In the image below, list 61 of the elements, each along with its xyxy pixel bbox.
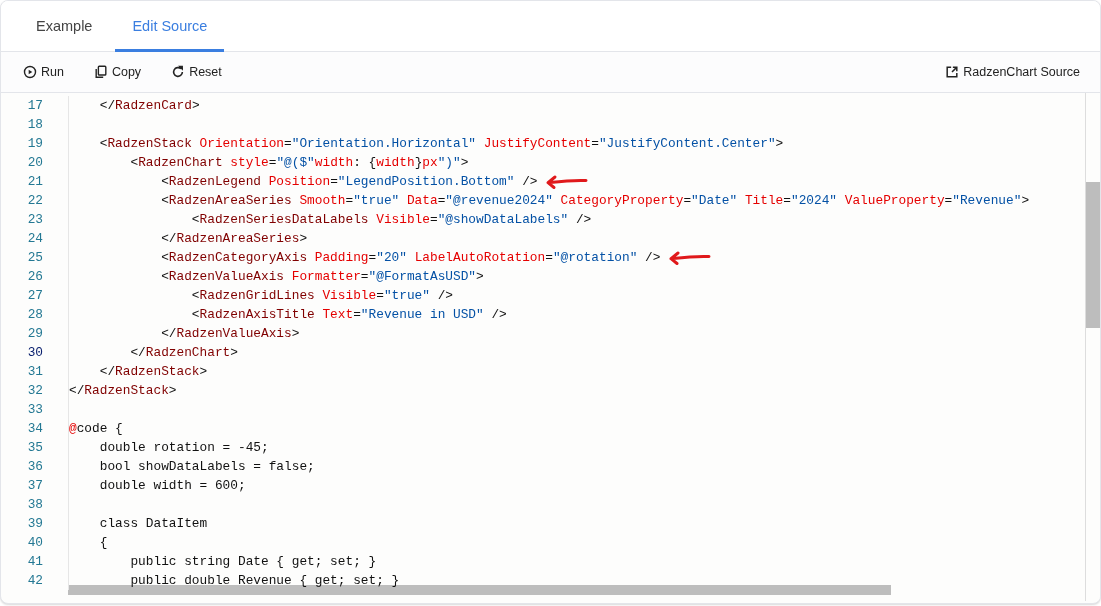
scrollbar-thumb[interactable] <box>1086 182 1100 328</box>
code-line: public string Date { get; set; } <box>129 553 377 571</box>
code-line: <RadzenSeriesDataLabels Visible="@showDataLabels" /> <box>190 211 592 229</box>
code-line: <RadzenChart style="@($"width: {width}px")"> <box>129 154 469 172</box>
line-number: 23 <box>26 211 43 229</box>
external-link-icon <box>945 65 960 79</box>
toolbar-button[interactable]: Run <box>15 61 72 83</box>
code-line: </RadzenCard> <box>98 97 200 115</box>
code-line: public double Revenue { get; set; } <box>129 572 400 590</box>
code-line: </RadzenStack> <box>69 382 177 400</box>
code-line: </RadzenStack> <box>98 363 208 381</box>
play-circle-icon <box>23 65 37 79</box>
code-line: </RadzenAreaSeries> <box>160 230 308 248</box>
line-number: 33 <box>26 401 43 419</box>
line-number: 31 <box>26 363 43 381</box>
code-line: </RadzenChart> <box>129 344 238 362</box>
line-number: 28 <box>26 306 43 324</box>
line-number: 39 <box>26 515 43 533</box>
code-line: </RadzenValueAxis> <box>160 325 300 343</box>
code-line: <RadzenCategoryAxis Padding="20" LabelAutoRotation="@rotation" /> <box>160 249 661 267</box>
line-number: 24 <box>26 230 43 248</box>
line-number: 20 <box>26 154 43 172</box>
line-number: 30 <box>26 344 43 362</box>
line-number: 36 <box>26 458 43 476</box>
code-line: class DataItem <box>98 515 208 533</box>
line-number: 35 <box>26 439 43 457</box>
line-number: 29 <box>26 325 43 343</box>
tab[interactable]: Example <box>19 1 110 52</box>
line-number: 21 <box>26 173 43 191</box>
code-line: <RadzenStack Orientation="Orientation.Horizontal" JustifyContent="JustifyContent.Center"> <box>98 135 784 153</box>
code-line: double rotation = -45; <box>98 439 269 457</box>
line-number: 32 <box>26 382 43 400</box>
line-number: 34 <box>26 420 43 438</box>
line-number: 38 <box>26 496 43 514</box>
line-number: 41 <box>26 553 43 571</box>
line-number: 37 <box>26 477 43 495</box>
toolbar-button[interactable]: Copy <box>85 61 150 83</box>
line-number: 40 <box>26 534 43 552</box>
code-line: @code { <box>69 420 123 438</box>
code-line: <RadzenAxisTitle Text="Revenue in USD" /> <box>190 306 507 324</box>
horizontal-scrollbar-thumb[interactable] <box>68 585 891 595</box>
toolbar-button[interactable]: RadzenChart Source <box>937 61 1088 83</box>
line-number: 18 <box>26 116 43 134</box>
refresh-icon <box>171 65 186 79</box>
line-number: 19 <box>26 135 43 153</box>
line-number: 27 <box>26 287 43 305</box>
line-number: 17 <box>26 97 43 115</box>
vertical-scrollbar[interactable] <box>1085 93 1100 601</box>
code-line: <RadzenLegend Position="LegendPosition.Bottom" /> <box>160 173 538 191</box>
line-number: 22 <box>26 192 43 210</box>
code-line: { <box>98 534 108 552</box>
toolbar-button[interactable]: Reset <box>163 61 230 83</box>
line-number: 26 <box>26 268 43 286</box>
code-line: double width = 600; <box>98 477 246 495</box>
code-line: bool showDataLabels = false; <box>98 458 315 476</box>
code-line: <RadzenGridLines Visible="true" /> <box>190 287 453 305</box>
code-line: <RadzenValueAxis Formatter="@FormatAsUSD"> <box>160 268 484 286</box>
line-number: 42 <box>26 572 43 590</box>
code-line: <RadzenAreaSeries Smooth="true" Data="@revenue2024" CategoryProperty="Date" Title="2024" ValueProperty="Revenue"> <box>160 192 1030 210</box>
line-number: 25 <box>26 249 43 267</box>
copy-icon <box>93 65 108 79</box>
